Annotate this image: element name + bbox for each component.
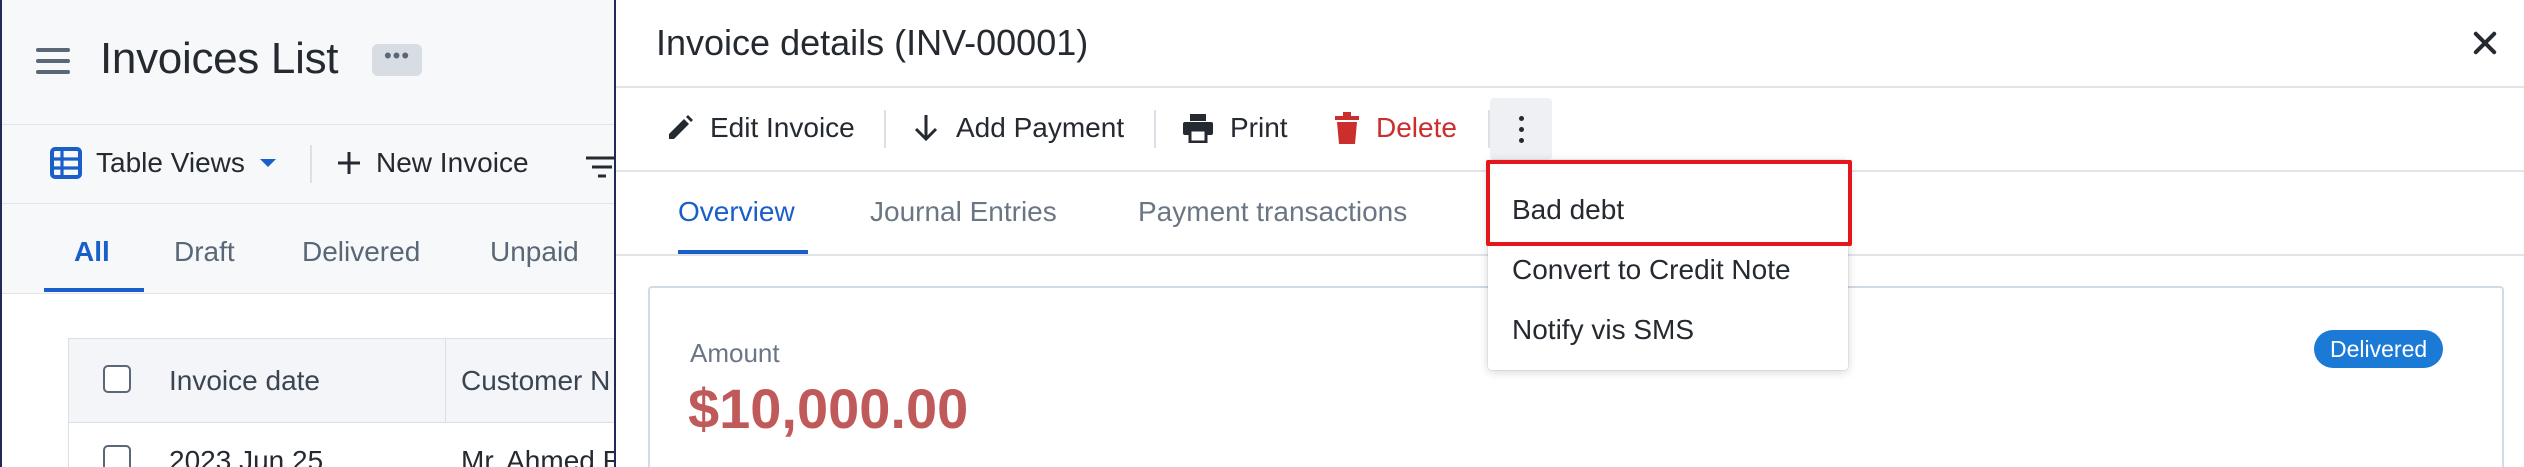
add-payment-label: Add Payment (956, 112, 1125, 143)
toolbar-divider (310, 145, 312, 183)
tab-draft[interactable]: Draft (174, 236, 235, 268)
column-header-invoice-date[interactable]: Invoice date (169, 365, 320, 397)
delete-label: Delete (1376, 112, 1457, 143)
table-icon (50, 147, 82, 179)
edit-invoice-button[interactable]: Edit Invoice (666, 112, 855, 144)
toolbar-divider (884, 110, 886, 148)
more-actions-button[interactable]: ••• (372, 44, 422, 76)
close-icon[interactable] (2468, 26, 2502, 60)
toolbar-divider (1154, 110, 1156, 148)
active-tab-indicator (44, 288, 144, 292)
table-cell-invoice-date: 2023 Jun 25 (169, 445, 324, 467)
trash-icon (1335, 112, 1359, 144)
amount-value: $10,000.00 (688, 377, 969, 440)
menu-icon[interactable] (36, 48, 74, 76)
add-payment-button[interactable]: Add Payment (912, 112, 1124, 144)
select-all-checkbox[interactable] (103, 365, 131, 393)
caret-down-icon (259, 159, 276, 167)
delete-button[interactable]: Delete (1334, 112, 1457, 144)
menu-item-notify-via-sms[interactable]: Notify vis SMS (1512, 314, 1694, 346)
invoices-table: Invoice date Customer N 2023 Jun 25 Mr. … (68, 338, 648, 467)
active-tab-indicator (678, 250, 808, 254)
plus-icon (338, 152, 360, 174)
tab-all[interactable]: All (74, 236, 110, 268)
column-divider (445, 339, 446, 423)
arrow-down-icon (914, 115, 938, 142)
table-views-button[interactable]: Table Views (50, 147, 277, 179)
table-header: Invoice date Customer N (69, 339, 647, 423)
more-options-button[interactable] (1490, 98, 1552, 160)
tab-overview[interactable]: Overview (678, 196, 795, 228)
invoices-list-page: Invoices List ••• Table Views New Invoic… (0, 0, 648, 467)
menu-item-bad-debt[interactable]: Bad debt (1512, 194, 1624, 226)
status-badge: Delivered (2314, 330, 2444, 368)
print-label: Print (1230, 112, 1288, 143)
edit-invoice-label: Edit Invoice (710, 112, 855, 143)
new-invoice-label: New Invoice (376, 147, 529, 178)
printer-icon (1183, 114, 1213, 143)
table-cell-customer: Mr. Ahmed R (461, 445, 623, 467)
page-header: Invoices List ••• (2, 0, 642, 124)
drawer-header: Invoice details (INV-00001) (616, 0, 2524, 88)
menu-item-convert-to-credit-note[interactable]: Convert to Credit Note (1512, 254, 1791, 286)
list-toolbar: Table Views New Invoice (2, 124, 642, 204)
new-invoice-button[interactable]: New Invoice (336, 147, 529, 179)
tab-payment-transactions[interactable]: Payment transactions (1138, 196, 1407, 228)
more-options-menu: Bad debt Convert to Credit Note Notify v… (1488, 160, 1848, 370)
status-tabs: All Draft Delivered Unpaid (2, 204, 642, 294)
drawer-title: Invoice details (INV-00001) (656, 22, 1089, 63)
page-title: Invoices List (100, 34, 339, 83)
row-checkbox[interactable] (103, 445, 131, 467)
amount-label: Amount (690, 338, 780, 368)
tab-delivered[interactable]: Delivered (302, 236, 420, 268)
table-views-label: Table Views (96, 147, 245, 178)
tab-journal-entries[interactable]: Journal Entries (870, 196, 1057, 228)
print-button[interactable]: Print (1182, 112, 1288, 144)
column-header-customer[interactable]: Customer N (461, 365, 610, 397)
pencil-icon (669, 115, 693, 139)
tab-unpaid[interactable]: Unpaid (490, 236, 579, 268)
